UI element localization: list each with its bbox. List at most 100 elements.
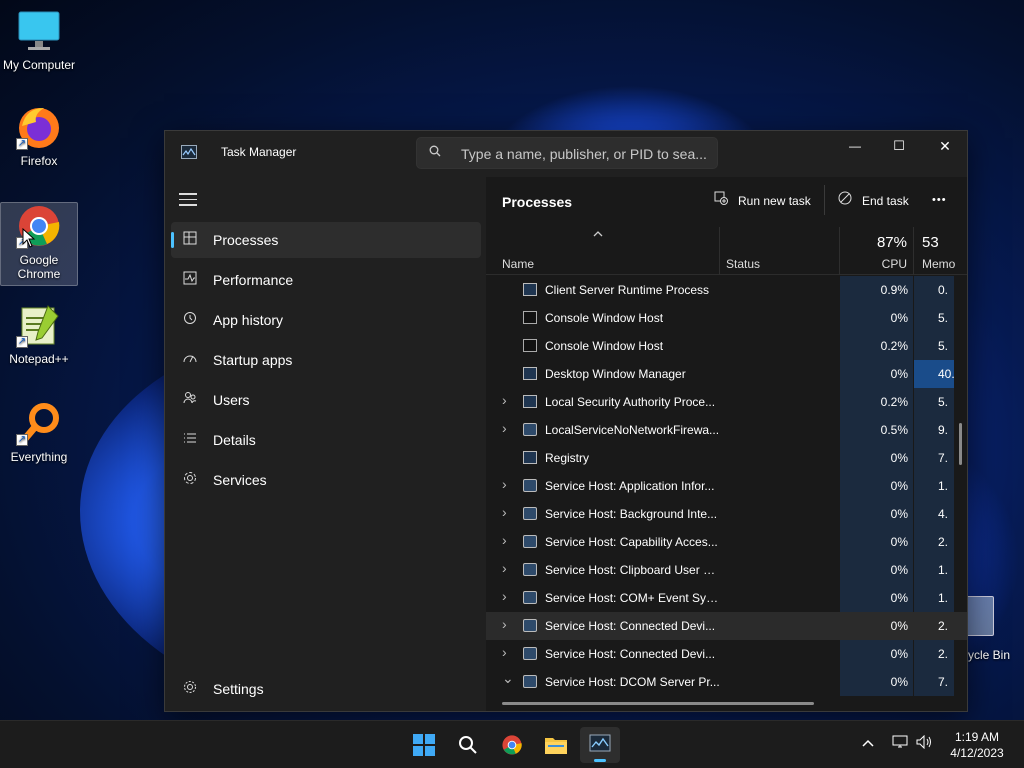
chevron-right-icon[interactable]: › bbox=[502, 420, 507, 436]
end-task-icon bbox=[838, 191, 854, 208]
sidebar-item-settings[interactable]: Settings bbox=[171, 671, 481, 707]
taskbar-chrome-button[interactable] bbox=[492, 727, 532, 763]
process-memory: 40. bbox=[914, 360, 955, 388]
toolbar-divider bbox=[824, 185, 825, 215]
process-name: Client Server Runtime Process bbox=[545, 283, 710, 297]
volume-button[interactable] bbox=[916, 734, 934, 752]
process-row[interactable]: › Local Security Authority Proce... 0.2% 5. bbox=[486, 388, 967, 416]
process-row[interactable]: › Service Host: Background Inte... 0% 4. bbox=[486, 500, 967, 528]
process-row[interactable]: › LocalServiceNoNetworkFirewa... 0.5% 9. bbox=[486, 416, 967, 444]
show-hidden-icons-button[interactable] bbox=[862, 735, 874, 751]
shortcut-arrow-icon: ↗ bbox=[16, 138, 28, 150]
desktop-icon-firefox[interactable]: ↗ Firefox bbox=[0, 104, 78, 168]
process-window-icon bbox=[523, 367, 537, 380]
process-cpu: 0% bbox=[890, 311, 908, 325]
process-memory: 5. bbox=[938, 311, 949, 325]
process-row[interactable]: Client Server Runtime Process 0.9% 0. bbox=[486, 276, 967, 304]
task-manager-icon bbox=[181, 145, 197, 159]
desktop-icon-notepadpp[interactable]: ↗ Notepad++ bbox=[0, 302, 78, 366]
start-button[interactable] bbox=[404, 727, 444, 763]
process-row[interactable]: Desktop Window Manager 0% 40. bbox=[486, 360, 967, 388]
hamburger-menu-button[interactable] bbox=[179, 193, 197, 210]
process-cpu: 0% bbox=[890, 563, 908, 577]
title-bar[interactable]: Task Manager — ☐ ✕ bbox=[165, 131, 967, 177]
process-name: Service Host: Background Inte... bbox=[545, 507, 718, 521]
folder-icon bbox=[545, 738, 567, 754]
sidebar-item-details[interactable]: Details bbox=[171, 422, 481, 458]
sidebar-item-processes[interactable]: Processes bbox=[171, 222, 481, 258]
column-divider[interactable] bbox=[913, 227, 914, 275]
chevron-right-icon[interactable]: › bbox=[502, 644, 507, 660]
window-title: Task Manager bbox=[221, 145, 297, 159]
column-name[interactable]: Name bbox=[502, 257, 534, 271]
process-row[interactable]: ⌄ Service Host: DCOM Server Pr... 0% 7. bbox=[486, 668, 967, 696]
chevron-right-icon[interactable]: › bbox=[502, 532, 507, 548]
sidebar: Processes Performance App history Startu… bbox=[165, 177, 485, 711]
performance-icon bbox=[181, 271, 199, 289]
process-window-icon bbox=[523, 451, 537, 464]
close-icon: ✕ bbox=[939, 138, 951, 154]
everything-search-icon: ↗ bbox=[16, 400, 62, 446]
service-gear-icon bbox=[523, 647, 537, 660]
details-icon bbox=[181, 431, 199, 449]
process-row[interactable]: › Service Host: Capability Acces... 0% 2. bbox=[486, 528, 967, 556]
end-task-button[interactable]: End task bbox=[838, 191, 909, 208]
chevron-right-icon[interactable]: › bbox=[502, 588, 507, 604]
process-memory: 7. bbox=[938, 451, 949, 465]
process-row[interactable]: › Service Host: Clipboard User S... 0% 1. bbox=[486, 556, 967, 584]
desktop-icon-label: My Computer bbox=[2, 58, 76, 72]
search-input[interactable] bbox=[461, 144, 711, 164]
process-row[interactable]: › Service Host: Connected Devi... 0% 2. bbox=[486, 612, 967, 640]
chevron-right-icon[interactable]: › bbox=[502, 560, 507, 576]
process-row[interactable]: › Service Host: COM+ Event Sys... 0% 1. bbox=[486, 584, 967, 612]
chevron-down-icon[interactable]: ⌄ bbox=[502, 670, 514, 687]
column-cpu[interactable]: CPU bbox=[841, 257, 907, 271]
sidebar-item-performance[interactable]: Performance bbox=[171, 262, 481, 298]
process-name: Service Host: Connected Devi... bbox=[545, 647, 716, 661]
sidebar-item-services[interactable]: Services bbox=[171, 462, 481, 498]
desktop-icon-everything[interactable]: ↗ Everything bbox=[0, 400, 78, 464]
clock-date: 4/12/2023 bbox=[950, 746, 1004, 760]
sidebar-item-users[interactable]: Users bbox=[171, 382, 481, 418]
chevron-right-icon[interactable]: › bbox=[502, 504, 507, 520]
taskbar-file-explorer-button[interactable] bbox=[536, 727, 576, 763]
process-row[interactable]: › Service Host: Application Infor... 0% 1. bbox=[486, 472, 967, 500]
process-name: Service Host: Capability Acces... bbox=[545, 535, 718, 549]
process-row[interactable]: Console Window Host 0% 5. bbox=[486, 304, 967, 332]
process-row[interactable]: Registry 0% 7. bbox=[486, 444, 967, 472]
maximize-button[interactable]: ☐ bbox=[876, 131, 922, 163]
process-cpu: 0.2% bbox=[880, 395, 908, 409]
column-divider[interactable] bbox=[839, 227, 840, 275]
process-row[interactable]: › Service Host: Connected Devi... 0% 2. bbox=[486, 640, 967, 668]
notepadpp-icon: ↗ bbox=[16, 302, 62, 348]
chevron-right-icon[interactable]: › bbox=[502, 616, 507, 632]
chevron-right-icon[interactable]: › bbox=[502, 476, 507, 492]
vertical-scrollbar[interactable] bbox=[959, 423, 962, 465]
close-button[interactable]: ✕ bbox=[922, 131, 967, 163]
sidebar-item-startup-apps[interactable]: Startup apps bbox=[171, 342, 481, 378]
desktop-icon-google-chrome[interactable]: ↗ Google Chrome bbox=[0, 202, 78, 286]
horizontal-scrollbar[interactable] bbox=[502, 702, 814, 705]
process-cpu: 0% bbox=[890, 591, 908, 605]
processes-icon bbox=[181, 231, 199, 249]
taskbar-search-button[interactable] bbox=[448, 727, 488, 763]
sidebar-item-app-history[interactable]: App history bbox=[171, 302, 481, 338]
run-new-task-button[interactable]: Run new task bbox=[714, 191, 811, 208]
search-box[interactable] bbox=[416, 137, 718, 169]
chevron-up-icon bbox=[862, 739, 874, 747]
column-divider[interactable] bbox=[719, 227, 720, 275]
desktop-icon-my-computer[interactable]: My Computer bbox=[0, 8, 78, 72]
chevron-right-icon[interactable]: › bbox=[502, 392, 507, 408]
more-options-button[interactable]: ••• bbox=[932, 187, 947, 208]
clock[interactable]: 1:19 AM 4/12/2023 bbox=[942, 729, 1012, 761]
column-status[interactable]: Status bbox=[726, 257, 760, 271]
process-memory: 1. bbox=[938, 563, 949, 577]
process-row[interactable]: Console Window Host 0.2% 5. bbox=[486, 332, 967, 360]
service-gear-icon bbox=[523, 591, 537, 604]
minimize-button[interactable]: — bbox=[832, 131, 878, 163]
cpu-total-percent: 87% bbox=[876, 234, 907, 251]
network-button[interactable] bbox=[892, 735, 908, 752]
taskbar-task-manager-button[interactable] bbox=[580, 727, 620, 763]
process-cpu: 0% bbox=[890, 675, 908, 689]
column-memory[interactable]: Memo bbox=[922, 257, 955, 271]
